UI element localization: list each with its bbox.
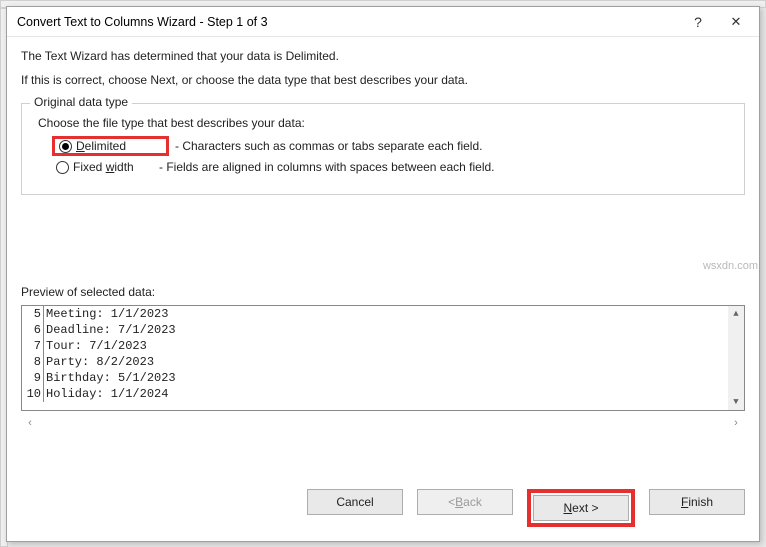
- dialog-content: The Text Wizard has determined that your…: [7, 37, 759, 471]
- preview-row: 9Birthday: 5/1/2023: [22, 370, 728, 386]
- scroll-left-icon[interactable]: ‹: [21, 417, 39, 429]
- choose-label: Choose the file type that best describes…: [38, 116, 734, 130]
- dialog-title: Convert Text to Columns Wizard - Step 1 …: [17, 15, 268, 29]
- back-button: < Back: [417, 489, 513, 515]
- button-row: Cancel < Back Next > Finish: [7, 471, 759, 541]
- next-button[interactable]: Next >: [533, 495, 629, 521]
- intro-line-2: If this is correct, choose Next, or choo…: [21, 73, 745, 87]
- preview-row: 10Holiday: 1/1/2024: [22, 386, 728, 402]
- preview-row: 7Tour: 7/1/2023: [22, 338, 728, 354]
- cancel-button[interactable]: Cancel: [307, 489, 403, 515]
- highlight-next: Next >: [527, 489, 635, 527]
- wizard-dialog: Convert Text to Columns Wizard - Step 1 …: [6, 6, 760, 542]
- preview-scrollbar-horizontal[interactable]: ‹ ›: [21, 413, 745, 433]
- scroll-up-icon[interactable]: ▲: [728, 306, 744, 322]
- radio-delimited[interactable]: [59, 140, 72, 153]
- highlight-delimited: Delimited: [52, 136, 169, 156]
- preview-inner: 5Meeting: 1/1/2023 6Deadline: 7/1/2023 7…: [22, 306, 728, 410]
- intro-line-1: The Text Wizard has determined that your…: [21, 49, 745, 63]
- preview-label: Preview of selected data:: [21, 285, 745, 299]
- radio-fixed-label: Fixed width: [73, 160, 159, 174]
- titlebar: Convert Text to Columns Wizard - Step 1 …: [7, 7, 759, 37]
- preview-row: 8Party: 8/2/2023: [22, 354, 728, 370]
- help-button[interactable]: ?: [679, 8, 717, 36]
- preview-box: 5Meeting: 1/1/2023 6Deadline: 7/1/2023 7…: [21, 305, 745, 411]
- preview-row: 6Deadline: 7/1/2023: [22, 322, 728, 338]
- preview-scrollbar-vertical[interactable]: ▲ ▼: [728, 306, 744, 410]
- radio-delimited-label: Delimited: [76, 139, 162, 153]
- radio-fixed[interactable]: [56, 161, 69, 174]
- finish-button[interactable]: Finish: [649, 489, 745, 515]
- radio-row-fixed[interactable]: Fixed width - Fields are aligned in colu…: [56, 160, 734, 174]
- watermark: wsxdn.com: [703, 260, 758, 272]
- radio-row-delimited[interactable]: Delimited - Characters such as commas or…: [56, 138, 734, 154]
- scroll-down-icon[interactable]: ▼: [728, 394, 744, 410]
- radio-delimited-desc: - Characters such as commas or tabs sepa…: [175, 139, 482, 153]
- close-button[interactable]: ✕: [717, 8, 755, 36]
- group-legend: Original data type: [30, 95, 132, 109]
- preview-row: 5Meeting: 1/1/2023: [22, 306, 728, 322]
- original-data-type-group: Original data type Choose the file type …: [21, 103, 745, 195]
- scroll-right-icon[interactable]: ›: [727, 417, 745, 429]
- radio-fixed-desc: - Fields are aligned in columns with spa…: [159, 160, 495, 174]
